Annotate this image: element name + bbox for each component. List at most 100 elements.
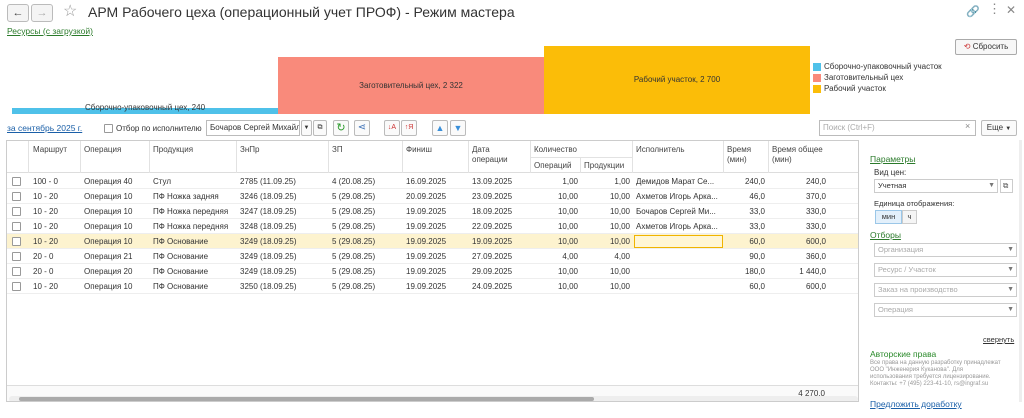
price-type-open-button[interactable]: ⧉	[1000, 179, 1013, 193]
params-title[interactable]: Параметры	[870, 154, 915, 164]
cell-finish[interactable]: 20.09.2025	[406, 189, 466, 204]
col-product[interactable]: Продукция	[153, 145, 193, 155]
cell-ops[interactable]: 10,00	[532, 219, 578, 234]
cell-product[interactable]: ПФ Основание	[153, 249, 235, 264]
cell-total[interactable]: 600,0	[770, 234, 826, 249]
col-date[interactable]: Дата операции	[472, 145, 508, 165]
table-row[interactable]: 20 - 0 Операция 21 ПФ Основание 3249 (18.09…	[7, 249, 858, 264]
executor-filter-checkbox[interactable]	[104, 124, 113, 133]
filters-title[interactable]: Отборы	[870, 230, 901, 240]
cell-znpr[interactable]: 3249 (18.09.25)	[240, 249, 328, 264]
row-checkbox[interactable]	[12, 267, 21, 276]
col-znpr[interactable]: ЗнПр	[240, 145, 259, 155]
executor-dropdown-button[interactable]: ▼	[301, 120, 312, 136]
favorite-star-icon[interactable]: ☆	[63, 3, 77, 21]
cell-zp[interactable]: 5 (29.08.25)	[332, 249, 400, 264]
cell-route[interactable]: 100 - 0	[33, 174, 78, 189]
move-up-button[interactable]: ▲	[432, 120, 448, 136]
cell-znpr[interactable]: 3247 (18.09.25)	[240, 204, 328, 219]
unit-hour-toggle[interactable]: ч	[902, 210, 917, 224]
table-row[interactable]: 10 - 20 Операция 10 ПФ Ножка передняя 3247 …	[7, 204, 858, 219]
cell-finish[interactable]: 19.09.2025	[406, 204, 466, 219]
cell-finish[interactable]: 19.09.2025	[406, 279, 466, 294]
refresh-button[interactable]: ↻	[333, 120, 349, 136]
horizontal-scrollbar[interactable]	[9, 396, 858, 401]
reset-button[interactable]: ⟲ Сбросить	[955, 39, 1017, 55]
cell-prod[interactable]: 10,00	[582, 279, 630, 294]
col-executor[interactable]: Исполнитель	[636, 145, 685, 155]
cell-date[interactable]: 22.09.2025	[472, 219, 528, 234]
cell-time[interactable]: 240,0	[725, 174, 765, 189]
search-input[interactable]: Поиск (Ctrl+F)	[819, 120, 976, 136]
cell-total[interactable]: 370,0	[770, 189, 826, 204]
cell-finish[interactable]: 19.09.2025	[406, 264, 466, 279]
cell-executor[interactable]: Бочаров Сергей Ми...	[636, 204, 722, 219]
table-row[interactable]: 10 - 20 Операция 10 ПФ Ножка передняя 3248 …	[7, 219, 858, 234]
cell-date[interactable]: 18.09.2025	[472, 204, 528, 219]
cell-time[interactable]: 60,0	[725, 279, 765, 294]
forward-button[interactable]: →	[31, 4, 53, 22]
cell-time[interactable]: 90,0	[725, 249, 765, 264]
cell-product[interactable]: ПФ Основание	[153, 279, 235, 294]
share-button[interactable]: ⋖	[354, 120, 370, 136]
gantt-bar-work-area[interactable]: Рабочий участок, 2 700	[544, 46, 810, 114]
col-finish[interactable]: Финиш	[406, 145, 432, 155]
cell-zp[interactable]: 5 (29.08.25)	[332, 204, 400, 219]
cell-total[interactable]: 330,0	[770, 219, 826, 234]
cell-znpr[interactable]: 3248 (18.09.25)	[240, 219, 328, 234]
gantt-bar-procurement[interactable]: Заготовительный цех, 2 322	[278, 57, 544, 114]
cell-operation[interactable]: Операция 20	[84, 264, 148, 279]
cell-product[interactable]: ПФ Ножка задняя	[153, 189, 235, 204]
cell-ops[interactable]: 10,00	[532, 234, 578, 249]
cell-date[interactable]: 27.09.2025	[472, 249, 528, 264]
cell-prod[interactable]: 1,00	[582, 174, 630, 189]
more-vertical-icon[interactable]: ⋮	[988, 2, 1001, 16]
cell-prod[interactable]: 10,00	[582, 204, 630, 219]
cell-ops[interactable]: 10,00	[532, 264, 578, 279]
cell-operation[interactable]: Операция 10	[84, 279, 148, 294]
more-button[interactable]: Еще ▼	[981, 120, 1017, 136]
table-row[interactable]: 10 - 20 Операция 10 ПФ Основание 3250 (18.0…	[7, 279, 858, 294]
cell-executor[interactable]	[636, 249, 722, 264]
cell-operation[interactable]: Операция 21	[84, 249, 148, 264]
executor-open-button[interactable]: ⧉	[313, 120, 327, 136]
cell-zp[interactable]: 5 (29.08.25)	[332, 279, 400, 294]
cell-znpr[interactable]: 3246 (18.09.25)	[240, 189, 328, 204]
cell-znpr[interactable]: 3249 (18.09.25)	[240, 234, 328, 249]
col-qty[interactable]: Количество	[534, 145, 577, 155]
row-checkbox[interactable]	[12, 252, 21, 261]
cell-date[interactable]: 13.09.2025	[472, 174, 528, 189]
row-checkbox[interactable]	[12, 237, 21, 246]
cell-prod[interactable]: 10,00	[582, 264, 630, 279]
cell-finish[interactable]: 19.09.2025	[406, 249, 466, 264]
panel-scrollbar[interactable]	[1019, 140, 1022, 402]
link-icon[interactable]: 🔗	[966, 5, 980, 19]
cell-zp[interactable]: 4 (20.08.25)	[332, 174, 400, 189]
cell-ops[interactable]: 10,00	[532, 204, 578, 219]
price-type-select[interactable]: Учетная ▼	[874, 179, 998, 193]
unit-min-toggle[interactable]: мин	[875, 210, 902, 224]
col-total[interactable]: Время общее (мин)	[772, 145, 823, 165]
cell-finish[interactable]: 16.09.2025	[406, 174, 466, 189]
cell-time[interactable]: 46,0	[725, 189, 765, 204]
cell-product[interactable]: Стул	[153, 174, 235, 189]
filter-resource[interactable]: Ресурс / Участок ▼	[874, 263, 1017, 277]
cell-time[interactable]: 180,0	[725, 264, 765, 279]
cell-total[interactable]: 240,0	[770, 174, 826, 189]
cell-zp[interactable]: 5 (29.08.25)	[332, 189, 400, 204]
col-route[interactable]: Маршрут	[33, 145, 67, 155]
cell-product[interactable]: ПФ Основание	[153, 264, 235, 279]
cell-time[interactable]: 33,0	[725, 219, 765, 234]
table-row[interactable]: 10 - 20 Операция 10 ПФ Ножка задняя 3246 (1…	[7, 189, 858, 204]
collapse-link[interactable]: свернуть	[983, 335, 1014, 344]
cell-executor[interactable]: Ахметов Игорь Арка...	[636, 189, 722, 204]
row-checkbox[interactable]	[12, 222, 21, 231]
row-checkbox[interactable]	[12, 192, 21, 201]
filter-organization[interactable]: Организация ▼	[874, 243, 1017, 257]
col-qty-prod[interactable]: Продукции	[584, 161, 624, 171]
suggest-improvement-link[interactable]: Предложить доработку	[870, 399, 962, 409]
cell-route[interactable]: 10 - 20	[33, 234, 78, 249]
cell-executor[interactable]	[634, 235, 723, 248]
executor-input[interactable]: Бочаров Сергей Михайл	[206, 120, 300, 136]
col-qty-ops[interactable]: Операций	[534, 161, 571, 171]
